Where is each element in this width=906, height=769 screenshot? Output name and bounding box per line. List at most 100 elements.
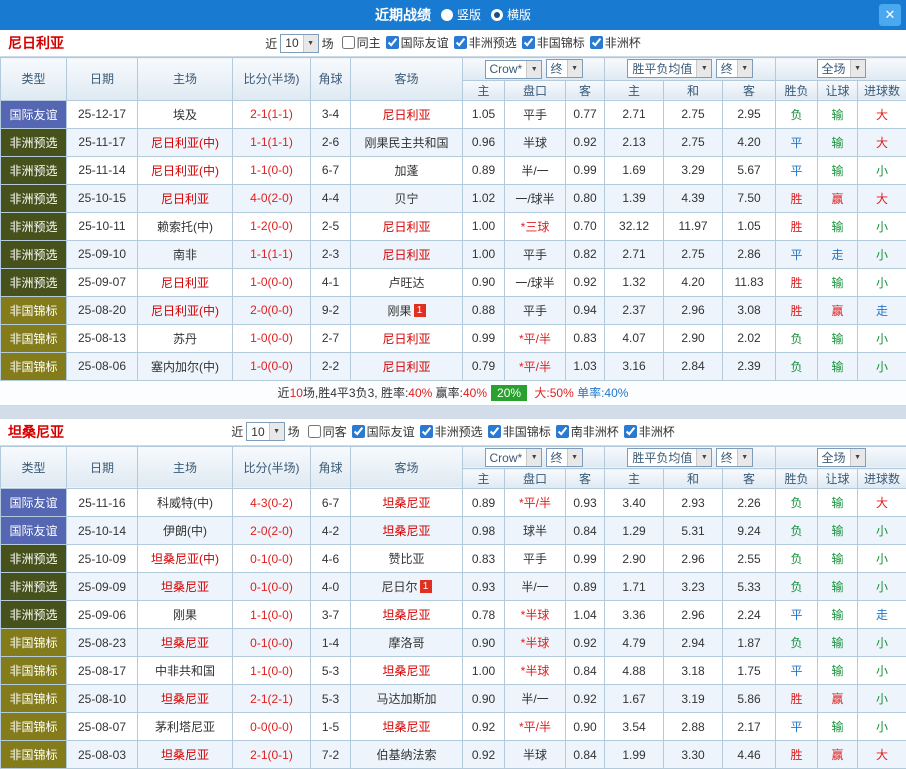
away-team-cell[interactable]: 加蓬	[351, 156, 463, 184]
filter-checkbox-option[interactable]: 非洲杯	[590, 34, 641, 51]
away-team-cell[interactable]: 贝宁	[351, 184, 463, 212]
odds-company-select[interactable]: Crow* ▼	[485, 448, 543, 467]
corner-cell: 1-4	[311, 629, 351, 657]
corner-cell: 1-5	[311, 713, 351, 741]
home-team-cell[interactable]: 坦桑尼亚	[138, 629, 233, 657]
home-team-cell[interactable]: 中非共和国	[138, 657, 233, 685]
odds-header-group: Crow* ▼ 终 ▼	[463, 446, 605, 469]
away-team-cell[interactable]: 刚果1	[351, 296, 463, 324]
checkbox-input[interactable]	[342, 36, 355, 49]
home-team-cell[interactable]: 茅利塔尼亚	[138, 713, 233, 741]
filter-checkbox-option[interactable]: 南非洲杯	[556, 423, 619, 440]
checkbox-input[interactable]	[386, 36, 399, 49]
avg-header-group: 胜平负均值 ▼ 终 ▼	[605, 58, 776, 81]
filter-checkbox-option[interactable]: 非国锦标	[522, 34, 585, 51]
col-odds-home: 主	[463, 80, 505, 100]
away-team-cell[interactable]: 坦桑尼亚	[351, 517, 463, 545]
away-team-cell[interactable]: 尼日利亚	[351, 100, 463, 128]
filter-checkbox-option[interactable]: 非洲预选	[454, 34, 517, 51]
close-button[interactable]: ✕	[879, 4, 901, 26]
away-team-cell[interactable]: 坦桑尼亚	[351, 601, 463, 629]
home-team-cell[interactable]: 尼日利亚(中)	[138, 156, 233, 184]
filter-checkbox-option[interactable]: 国际友谊	[352, 423, 415, 440]
avg-draw-cell: 2.96	[664, 601, 723, 629]
filter-checkbox-option[interactable]: 国际友谊	[386, 34, 449, 51]
odds-stage-select[interactable]: 终 ▼	[546, 59, 583, 78]
match-count-select[interactable]: 10 ▼	[280, 34, 318, 53]
away-team-cell[interactable]: 坦桑尼亚	[351, 489, 463, 517]
avg-type-value: 胜平负均值	[632, 449, 692, 466]
home-team-cell[interactable]: 科威特(中)	[138, 489, 233, 517]
checkbox-input[interactable]	[556, 425, 569, 438]
away-team-cell[interactable]: 刚果民主共和国	[351, 128, 463, 156]
home-team-cell[interactable]: 尼日利亚(中)	[138, 128, 233, 156]
away-team-cell[interactable]: 尼日利亚	[351, 240, 463, 268]
col-avg-away: 客	[723, 469, 776, 489]
avg-type-select[interactable]: 胜平负均值 ▼	[627, 448, 712, 467]
checkbox-input[interactable]	[454, 36, 467, 49]
home-team-cell[interactable]: 刚果	[138, 601, 233, 629]
away-team-cell[interactable]: 尼日利亚	[351, 324, 463, 352]
checkbox-input[interactable]	[352, 425, 365, 438]
team-card-badge: 1	[414, 304, 426, 317]
home-team-cell[interactable]: 南非	[138, 240, 233, 268]
avg-stage-select[interactable]: 终 ▼	[716, 448, 753, 467]
radio-selected-icon[interactable]	[491, 9, 503, 21]
filter-checkbox-option[interactable]: 非洲杯	[624, 423, 675, 440]
col-goals-res: 进球数	[858, 469, 906, 489]
home-team-cell[interactable]: 塞内加尔(中)	[138, 352, 233, 380]
col-avg-home: 主	[605, 469, 664, 489]
away-team-cell[interactable]: 卢旺达	[351, 268, 463, 296]
odds-company-select[interactable]: Crow* ▼	[485, 60, 543, 79]
away-team-cell[interactable]: 尼日利亚	[351, 352, 463, 380]
result-handicap-cell: 赢	[818, 685, 858, 713]
match-count-value: 10	[251, 425, 264, 439]
filter-checkbox-option[interactable]: 非洲预选	[420, 423, 483, 440]
filter-checkbox-option[interactable]: 同客	[308, 423, 347, 440]
away-team-cell[interactable]: 尼日利亚	[351, 212, 463, 240]
away-team-cell[interactable]: 赞比亚	[351, 545, 463, 573]
chevron-down-icon: ▼	[850, 449, 865, 466]
match-count-select[interactable]: 10 ▼	[246, 422, 284, 441]
team-label: 刚果民主共和国	[364, 136, 448, 150]
home-team-cell[interactable]: 埃及	[138, 100, 233, 128]
odds-home-cell: 0.90	[463, 268, 505, 296]
filter-checkbox-option[interactable]: 同主	[342, 34, 381, 51]
team-label: 尼日利亚	[382, 108, 430, 122]
away-team-cell[interactable]: 摩洛哥	[351, 629, 463, 657]
checkbox-input[interactable]	[590, 36, 603, 49]
home-team-cell[interactable]: 尼日利亚	[138, 184, 233, 212]
checkbox-input[interactable]	[308, 425, 321, 438]
odds-stage-select[interactable]: 终 ▼	[546, 448, 583, 467]
result-goals-cell: 小	[858, 240, 906, 268]
home-team-cell[interactable]: 苏丹	[138, 324, 233, 352]
scope-select[interactable]: 全场 ▼	[817, 448, 866, 467]
home-team-cell[interactable]: 坦桑尼亚	[138, 573, 233, 601]
filter-checkbox-option[interactable]: 非国锦标	[488, 423, 551, 440]
home-team-cell[interactable]: 尼日利亚(中)	[138, 296, 233, 324]
view-mode-option[interactable]: 竖版	[441, 6, 481, 23]
checkbox-input[interactable]	[522, 36, 535, 49]
scope-select[interactable]: 全场 ▼	[817, 59, 866, 78]
avg-draw-cell: 2.96	[664, 545, 723, 573]
home-team-cell[interactable]: 赖索托(中)	[138, 212, 233, 240]
radio-unselected-icon[interactable]	[441, 9, 453, 21]
view-mode-option[interactable]: 横版	[491, 6, 531, 23]
home-team-cell[interactable]: 坦桑尼亚	[138, 685, 233, 713]
away-team-cell[interactable]: 坦桑尼亚	[351, 713, 463, 741]
home-team-cell[interactable]: 尼日利亚	[138, 268, 233, 296]
table-body: 国际友谊 25-11-16 科威特(中) 4-3(0-2) 6-7 坦桑尼亚 0…	[1, 489, 906, 769]
avg-away-cell: 5.67	[723, 156, 776, 184]
checkbox-input[interactable]	[420, 425, 433, 438]
home-team-cell[interactable]: 坦桑尼亚(中)	[138, 545, 233, 573]
checkbox-input[interactable]	[488, 425, 501, 438]
away-team-cell[interactable]: 尼日尔1	[351, 573, 463, 601]
corner-cell: 4-4	[311, 184, 351, 212]
chevron-down-icon: ▼	[269, 423, 284, 440]
avg-type-select[interactable]: 胜平负均值 ▼	[627, 59, 712, 78]
away-team-cell[interactable]: 马达加斯加	[351, 685, 463, 713]
away-team-cell[interactable]: 坦桑尼亚	[351, 657, 463, 685]
checkbox-input[interactable]	[624, 425, 637, 438]
avg-stage-select[interactable]: 终 ▼	[716, 59, 753, 78]
home-team-cell[interactable]: 伊朗(中)	[138, 517, 233, 545]
